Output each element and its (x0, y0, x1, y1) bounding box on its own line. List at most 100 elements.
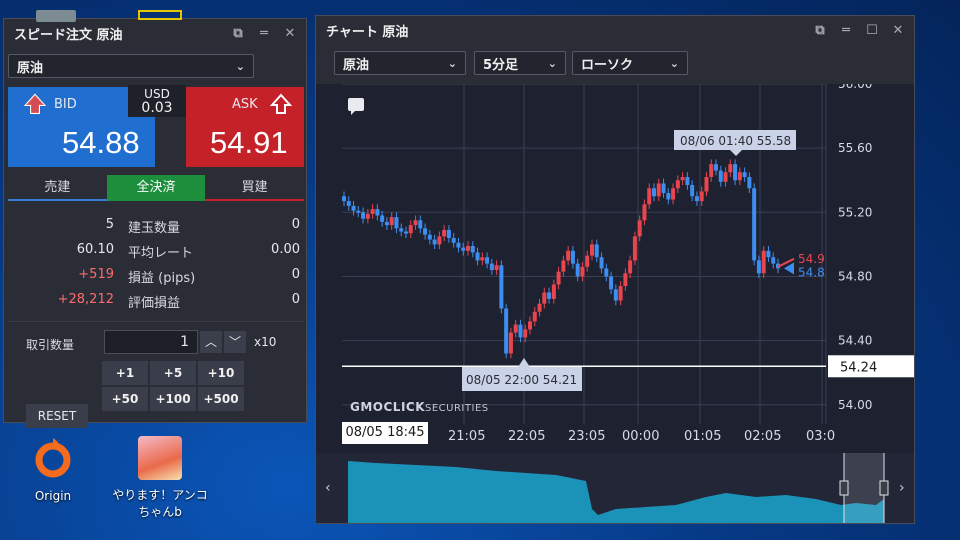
left-handle-icon (839, 480, 849, 496)
speed-order-titlebar[interactable]: スピード注文 原油 ⧉ ═ ✕ (4, 19, 306, 47)
comment-icon[interactable] (348, 98, 364, 115)
candle (346, 201, 351, 206)
tab-sell[interactable]: 売建 (8, 175, 107, 201)
candle (599, 257, 604, 269)
candle (451, 237, 456, 243)
candle (542, 292, 547, 304)
candle (680, 177, 685, 181)
x-tick-label: 03:0 (806, 429, 835, 444)
candle (480, 257, 485, 261)
candle (489, 263, 494, 271)
stat-row: +519 損益 (pips) 0 (8, 267, 304, 292)
add-50-button[interactable]: +50 (102, 387, 148, 411)
stat-label: 平均レート (128, 246, 194, 261)
reset-button[interactable]: RESET (26, 404, 88, 428)
ask-tag: 54.9 (798, 252, 825, 266)
add-5-button[interactable]: +5 (150, 361, 196, 385)
candle (604, 268, 609, 277)
stat-row: +28,212 評価損益 0 (8, 292, 304, 317)
candle (628, 260, 633, 274)
sell-value: +28,212 (57, 292, 114, 307)
brand-name: GMOCLICK (350, 400, 426, 414)
chevron-up-icon: ︿ (204, 335, 217, 349)
popout-icon[interactable]: ⧉ (814, 23, 826, 38)
candle (365, 213, 370, 219)
candle (642, 204, 647, 221)
candle (342, 196, 346, 202)
chart-toolbar: 原油 ⌄ 5分足 ⌄ ローソク ⌄ (316, 44, 914, 84)
candle (752, 188, 757, 261)
candle (370, 209, 375, 214)
candle (547, 292, 552, 299)
buy-value: 0 (291, 217, 300, 232)
overview-navigator[interactable]: ‹ › (316, 453, 914, 523)
x-tick-label: 21:05 (448, 429, 485, 444)
chevron-down-icon: ⌄ (547, 56, 557, 70)
minimize-icon[interactable]: ═ (258, 26, 270, 41)
x-tick-label: 02:05 (744, 429, 781, 444)
candle (523, 329, 528, 338)
spread-display: USD 0.03 (128, 85, 186, 117)
overview-selection (844, 453, 884, 523)
close-icon[interactable]: ✕ (892, 23, 904, 38)
chart-titlebar[interactable]: チャート 原油 ⧉ ═ ☐ ✕ (316, 16, 914, 44)
increment-button[interactable]: ︿ (200, 331, 222, 353)
candle (356, 210, 361, 213)
desktop-icon-partial[interactable] (138, 10, 182, 20)
chart-type-select[interactable]: ローソク ⌄ (572, 51, 688, 75)
close-all-button[interactable]: 全決済 (106, 175, 206, 201)
candle (704, 177, 709, 192)
candle (566, 250, 571, 261)
popout-icon[interactable]: ⧉ (232, 26, 244, 41)
interval-select[interactable]: 5分足 ⌄ (474, 51, 566, 75)
y-tick-label: 54.80 (838, 269, 872, 283)
low-callout: 08/05 22:00 54.21 (466, 373, 577, 387)
candle (718, 170, 723, 182)
candle (656, 183, 661, 197)
ask-button[interactable]: ASK 54.91 (186, 87, 304, 167)
game-icon (138, 436, 182, 480)
candle (437, 236, 442, 245)
tab-buy[interactable]: 買建 (205, 175, 305, 201)
add-500-button[interactable]: +500 (198, 387, 244, 411)
chart-symbol-select[interactable]: 原油 ⌄ (334, 51, 466, 75)
origin-desktop-icon[interactable]: Origin (3, 436, 103, 503)
chart-symbol-value: 原油 (343, 57, 370, 73)
game-desktop-icon[interactable]: やります！アンコちゃんb (110, 436, 210, 520)
candle (771, 257, 776, 264)
maximize-icon[interactable]: ☐ (866, 23, 878, 38)
minimize-icon[interactable]: ═ (840, 23, 852, 38)
symbol-select[interactable]: 原油 ⌄ (8, 54, 254, 78)
symbol-select-value: 原油 (17, 60, 44, 76)
quantity-input[interactable]: 1 (104, 330, 198, 354)
stat-label: 建玉数量 (128, 221, 181, 236)
decrement-button[interactable]: ﹀ (224, 331, 246, 353)
candle (580, 266, 585, 277)
candle (375, 209, 380, 216)
add-10-button[interactable]: +10 (198, 361, 244, 385)
buy-value: 0.00 (271, 242, 300, 257)
buy-value: 0 (291, 292, 300, 307)
candle (384, 221, 389, 226)
brand-suffix: SECURITIES (425, 403, 489, 414)
origin-icon (35, 438, 71, 478)
stat-label: 損益 (pips) (128, 271, 196, 286)
crosshair-price: 54.24 (840, 360, 877, 375)
candle (742, 172, 747, 178)
candle (728, 164, 733, 173)
candle (594, 244, 599, 258)
candle (675, 180, 680, 189)
y-tick-label: 55.60 (838, 141, 872, 155)
origin-label: Origin (34, 489, 72, 503)
overview-area (348, 461, 884, 523)
add-100-button[interactable]: +100 (150, 387, 196, 411)
candle (456, 242, 461, 248)
sell-value: 5 (105, 217, 114, 232)
candle (551, 284, 556, 299)
close-icon[interactable]: ✕ (284, 26, 296, 41)
add-1-button[interactable]: +1 (102, 361, 148, 385)
candle (423, 228, 428, 235)
desktop-icon-partial[interactable] (36, 10, 76, 22)
spread-value: 0.03 (141, 100, 173, 116)
candlestick-chart[interactable]: 56.00 55.60 55.20 54.80 54.40 54.00 21:05 22:05… (316, 84, 914, 453)
